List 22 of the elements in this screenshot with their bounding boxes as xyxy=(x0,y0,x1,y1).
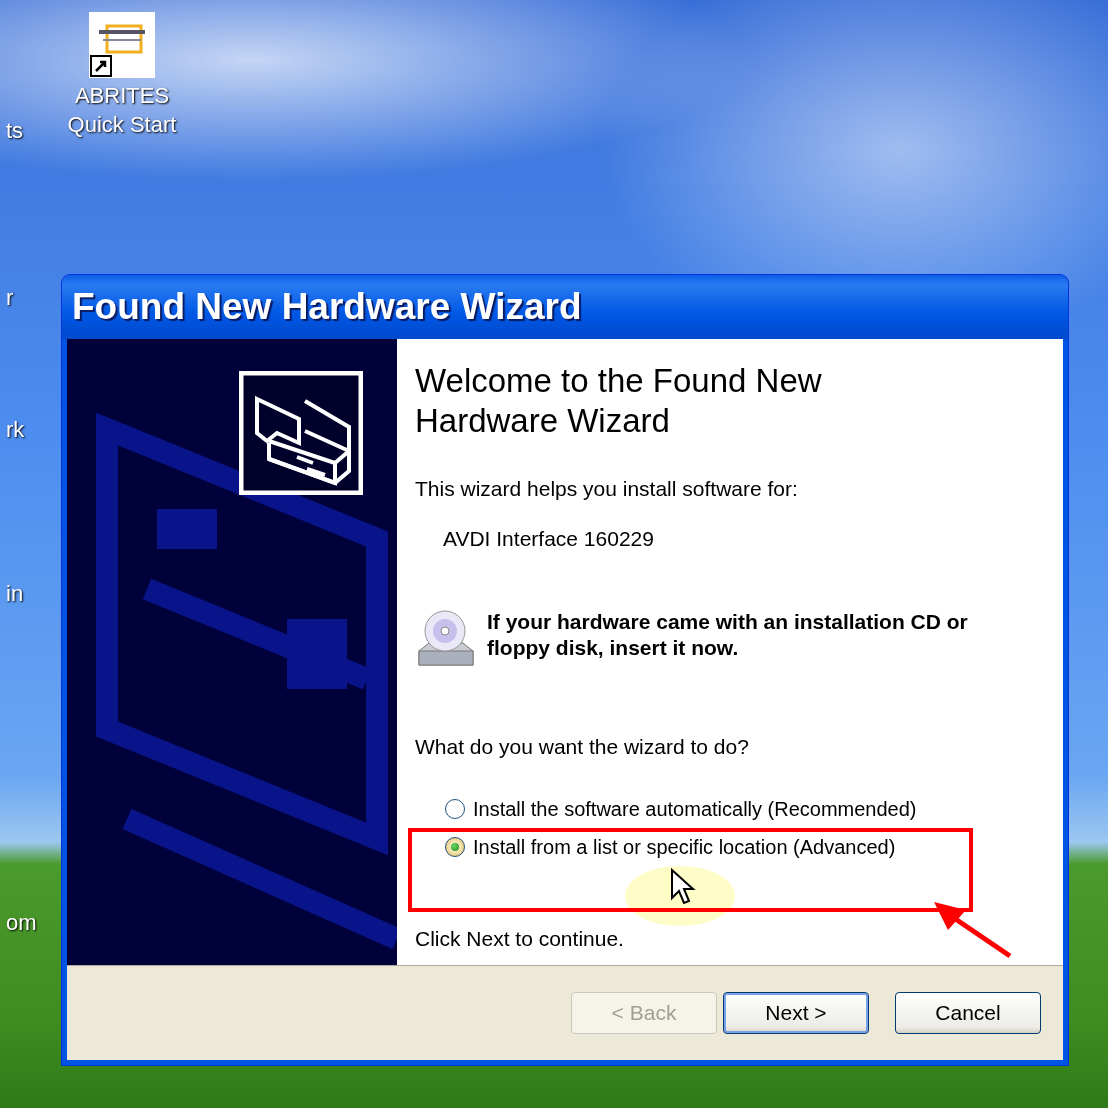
hardware-icon xyxy=(239,371,363,495)
cancel-button[interactable]: Cancel xyxy=(895,992,1041,1034)
window-title: Found New Hardware Wizard xyxy=(72,286,582,328)
device-name: AVDI Interface 160229 xyxy=(443,527,655,551)
wizard-heading: Welcome to the Found New Hardware Wizard xyxy=(415,361,823,441)
continue-text: Click Next to continue. xyxy=(415,927,625,951)
desktop-icon-label[interactable]: ABRITES Quick Start xyxy=(52,82,192,140)
desktop-icon-label[interactable]: r xyxy=(6,285,14,311)
shortcut-icon[interactable] xyxy=(89,12,155,78)
next-button[interactable]: Next > xyxy=(723,992,869,1034)
desktop-icon-label[interactable]: rk xyxy=(6,417,25,443)
desktop-icon-label[interactable]: om xyxy=(6,910,37,936)
desktop-icon-label[interactable]: ts xyxy=(6,118,24,144)
cd-notice: If your hardware came with an installation CD or floppy disk, insert it now. xyxy=(487,609,969,661)
radio-button[interactable] xyxy=(445,837,465,857)
desktop-icon-label[interactable]: in xyxy=(6,581,24,607)
radio-button[interactable] xyxy=(445,799,465,819)
question-text: What do you want the wizard to do? xyxy=(415,735,750,759)
option-label[interactable]: Install the software automatically (Recommended) xyxy=(473,797,917,821)
option-label[interactable]: Install from a list or specific location (Advanced) xyxy=(473,835,896,859)
intro-text: This wizard helps you install software for: xyxy=(415,477,799,501)
mouse-cursor-icon xyxy=(670,868,696,906)
